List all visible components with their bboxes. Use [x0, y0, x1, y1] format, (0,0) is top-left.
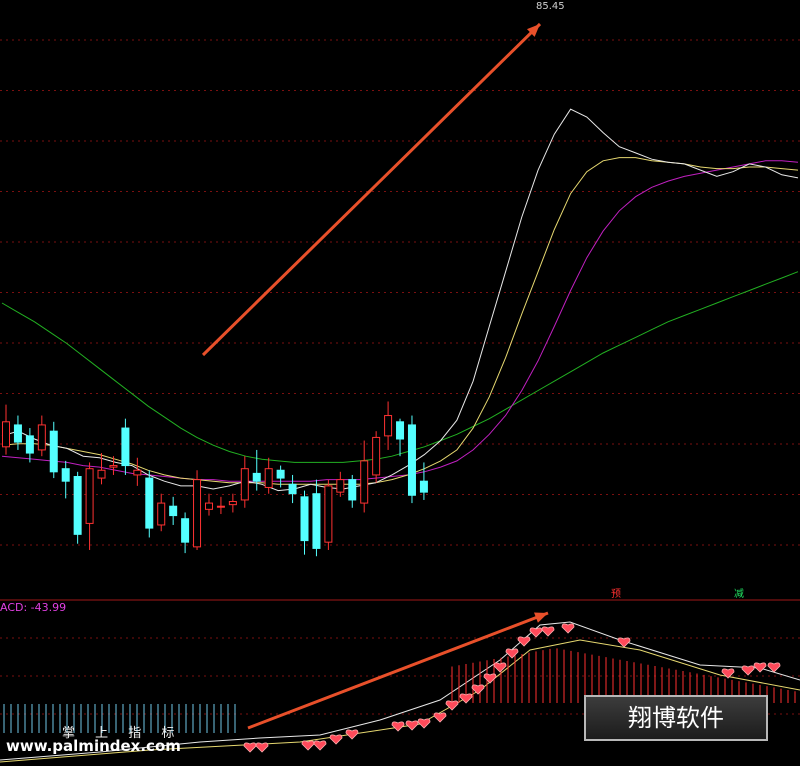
acd-indicator-label: ACD: -43.99	[0, 601, 67, 614]
trend-arrow-indicator	[247, 611, 549, 730]
signal-heart-icon	[301, 740, 315, 751]
candle-body	[216, 505, 225, 508]
candle-body	[13, 424, 22, 443]
candle-body	[121, 427, 130, 467]
candle-body	[348, 479, 357, 501]
signal-heart-icon	[721, 668, 735, 679]
candle-body	[324, 485, 333, 543]
signal-heart-icon	[459, 693, 473, 704]
signal-heart-icon	[529, 627, 543, 638]
high-price-marker: 85.45	[536, 1, 565, 12]
trend-arrow-price	[201, 22, 542, 357]
signal-heart-icon	[255, 742, 269, 753]
candle-body	[169, 505, 178, 517]
candle-body	[336, 479, 345, 493]
signal-heart-icon	[617, 637, 631, 648]
candle-body	[109, 465, 118, 468]
stock-chart	[0, 22, 800, 763]
candle-body	[97, 469, 106, 479]
signal-heart-icon	[391, 721, 405, 732]
signal-heart-icon	[561, 623, 575, 634]
candle-body	[264, 468, 273, 488]
candle-body	[49, 430, 58, 473]
signal-heart-icon	[405, 720, 419, 731]
signal-sell-label: 减	[734, 589, 744, 600]
candle-body	[360, 460, 369, 504]
signal-heart-icon	[345, 729, 359, 740]
candle-body	[25, 435, 34, 454]
candle-body	[300, 496, 309, 542]
candle-body	[288, 483, 297, 495]
signal-heart-icon	[741, 665, 755, 676]
signal-heart-icon	[753, 662, 767, 673]
candle-body	[228, 501, 237, 506]
signal-buy-label: 预	[611, 589, 621, 600]
trend-arrow-indicator-head	[534, 612, 548, 623]
candle-body	[145, 477, 154, 529]
candle-body	[204, 502, 213, 510]
brand-logo: 翔博软件	[584, 695, 768, 741]
candle-body	[61, 468, 70, 482]
candle-body	[157, 502, 166, 526]
signal-heart-icon	[329, 734, 343, 745]
candle-body	[372, 436, 381, 476]
candle-body	[276, 469, 285, 479]
watermark-url: www.palmindex.com	[6, 737, 181, 755]
signal-heart-icon	[313, 740, 327, 751]
candle-body	[407, 424, 416, 496]
signal-heart-icon	[417, 718, 431, 729]
signal-heart-icon	[517, 636, 531, 647]
candle-body	[252, 472, 261, 482]
candle-body	[312, 493, 321, 549]
candle-body	[37, 424, 46, 451]
signal-heart-icon	[541, 626, 555, 637]
candle-body	[73, 476, 82, 535]
candle-body	[193, 479, 202, 548]
candle-body	[419, 480, 428, 493]
candle-body	[2, 421, 10, 448]
candle-body	[240, 468, 249, 501]
candle-body	[396, 421, 405, 440]
candle-body	[181, 518, 190, 543]
candle-body	[133, 469, 142, 476]
candle-body	[85, 468, 94, 524]
candle-body	[384, 415, 393, 437]
signal-heart-icon	[471, 684, 485, 695]
signal-heart-icon	[243, 742, 257, 753]
signal-heart-icon	[433, 712, 447, 723]
